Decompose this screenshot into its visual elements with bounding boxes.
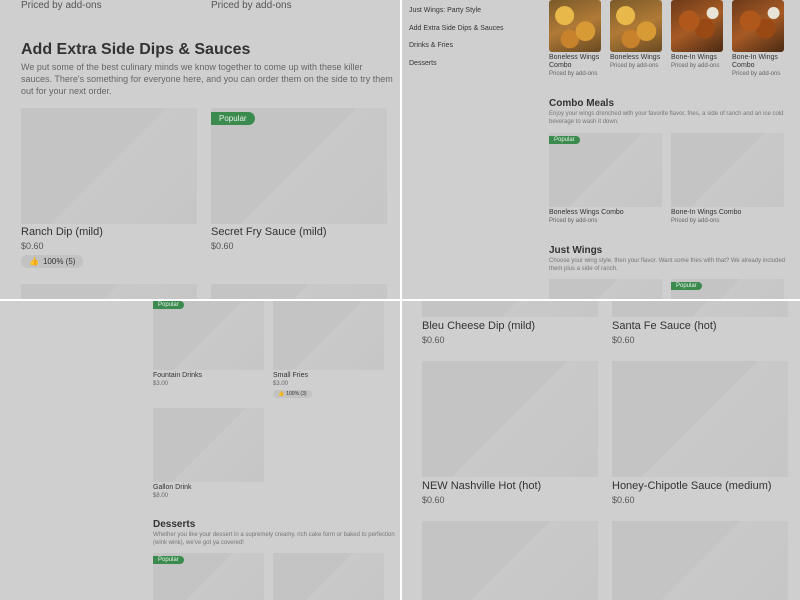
section-description: We put some of the best culinary minds w… (21, 62, 363, 72)
section-description: (wink wink), we've got ya covered! (153, 540, 244, 546)
item-name[interactable]: Gallon Drink (153, 484, 192, 491)
item-price: Priced by add-ons (732, 71, 781, 77)
nav-item-desserts[interactable]: Desserts (409, 60, 437, 67)
section-title: Desserts (153, 519, 196, 530)
section-description: sauces. There's something for everyone h… (21, 74, 393, 84)
item-price: $0.60 (422, 495, 445, 505)
item-price: $0.60 (612, 335, 635, 345)
rating-value: 100% (3) (286, 391, 307, 397)
price-label: Priced by add-ons (21, 0, 102, 11)
section-description: beverage to wash it down. (549, 119, 619, 125)
item-image-placeholder[interactable] (273, 301, 384, 370)
quadrant-top-right: Just Wings: Party Style Add Extra Side D… (402, 0, 800, 299)
item-image-placeholder[interactable] (211, 108, 387, 224)
section-title: Add Extra Side Dips & Sauces (21, 41, 251, 58)
item-image-placeholder[interactable] (549, 133, 662, 207)
popular-badge: Popular (211, 112, 255, 125)
item-image-placeholder[interactable] (211, 284, 387, 299)
item-price: $3.00 (273, 381, 289, 387)
item-image-placeholder[interactable] (612, 521, 788, 600)
item-image-placeholder[interactable] (21, 284, 197, 299)
section-title: Just Wings (549, 245, 603, 256)
item-price: $8.00 (153, 493, 169, 499)
item-name[interactable]: Ranch Dip (mild) (21, 226, 103, 238)
thumbs-up-icon: 👍 (29, 257, 39, 266)
item-name[interactable]: NEW Nashville Hot (hot) (422, 480, 541, 492)
boneless-wings-combo-image[interactable] (549, 0, 601, 52)
rating-value: 100% (5) (42, 257, 76, 266)
item-name[interactable]: Bleu Cheese Dip (mild) (422, 320, 535, 332)
item-price: Priced by add-ons (671, 218, 720, 224)
item-image-placeholder[interactable] (21, 108, 197, 224)
section-description: Choose your wing style, then your flavor… (549, 258, 786, 264)
item-name[interactable]: Combo (549, 62, 572, 69)
popular-badge: Popular (671, 282, 702, 290)
quadrant-bottom-right: Bleu Cheese Dip (mild) $0.60 Santa Fe Sa… (402, 301, 800, 600)
bone-in-wings-image[interactable] (671, 0, 723, 52)
quadrant-divider-horizontal (0, 299, 800, 301)
section-title: Combo Meals (549, 98, 615, 109)
item-name[interactable]: Small Fries (273, 372, 308, 379)
item-price: $0.60 (211, 241, 234, 251)
item-price: $0.60 (612, 495, 635, 505)
item-image-placeholder[interactable] (153, 408, 264, 482)
item-name[interactable]: Bone-In Wings (732, 54, 778, 61)
item-name[interactable]: Fountain Drinks (153, 372, 202, 379)
popular-badge: Popular (549, 136, 580, 144)
item-price: $3.00 (153, 381, 169, 387)
item-name[interactable]: Boneless Wings (549, 54, 599, 61)
item-price: $0.60 (422, 335, 445, 345)
item-name[interactable]: Boneless Wings Combo (549, 209, 624, 216)
rating-badge: 👍 100% (5) (21, 255, 84, 268)
item-price: Priced by add-ons (549, 71, 598, 77)
nav-item-drinks-fries[interactable]: Drinks & Fries (409, 42, 453, 49)
item-image-placeholder[interactable] (671, 133, 784, 207)
item-name[interactable]: Bone-In Wings Combo (671, 209, 741, 216)
item-price: Priced by add-ons (671, 63, 720, 69)
item-name[interactable]: Honey-Chipotle Sauce (medium) (612, 480, 772, 492)
section-description: Whether you like your dessert in a supre… (153, 532, 395, 538)
section-description: them plus a side of ranch. (549, 266, 618, 272)
nav-item-just-wings-party[interactable]: Just Wings: Party Style (409, 7, 481, 14)
item-name[interactable]: Combo (732, 62, 755, 69)
item-image-placeholder[interactable] (612, 301, 788, 317)
item-image-placeholder[interactable] (612, 361, 788, 477)
item-image-placeholder[interactable] (153, 301, 264, 370)
item-price: $0.60 (21, 241, 44, 251)
item-image-placeholder[interactable] (549, 279, 662, 299)
section-description: out for your next order. (21, 86, 112, 96)
item-image-placeholder[interactable] (422, 521, 598, 600)
item-image-placeholder[interactable] (422, 361, 598, 477)
boneless-wings-image[interactable] (610, 0, 662, 52)
item-price: Priced by add-ons (610, 63, 659, 69)
popular-badge: Popular (153, 301, 184, 309)
popular-badge: Popular (153, 556, 184, 564)
item-image-placeholder[interactable] (422, 301, 598, 317)
price-label: Priced by add-ons (211, 0, 292, 11)
section-description: Enjoy your wings drenched with your favo… (549, 111, 784, 117)
quadrant-top-left: Priced by add-ons Priced by add-ons Add … (0, 0, 400, 299)
item-name[interactable]: Santa Fe Sauce (hot) (612, 320, 717, 332)
rating-badge: 👍 100% (3) (273, 390, 312, 398)
item-name[interactable]: Bone-In Wings (671, 54, 717, 61)
bone-in-wings-combo-image[interactable] (732, 0, 784, 52)
nav-item-extra-dips[interactable]: Add Extra Side Dips & Sauces (409, 25, 504, 32)
item-name[interactable]: Secret Fry Sauce (mild) (211, 226, 327, 238)
item-price: Priced by add-ons (549, 218, 598, 224)
item-image-placeholder[interactable] (273, 553, 384, 600)
quadrant-bottom-left: Popular Fountain Drinks $3.00 Small Frie… (0, 301, 400, 600)
item-name[interactable]: Boneless Wings (610, 54, 660, 61)
thumbs-up-icon: 👍 (278, 391, 285, 397)
